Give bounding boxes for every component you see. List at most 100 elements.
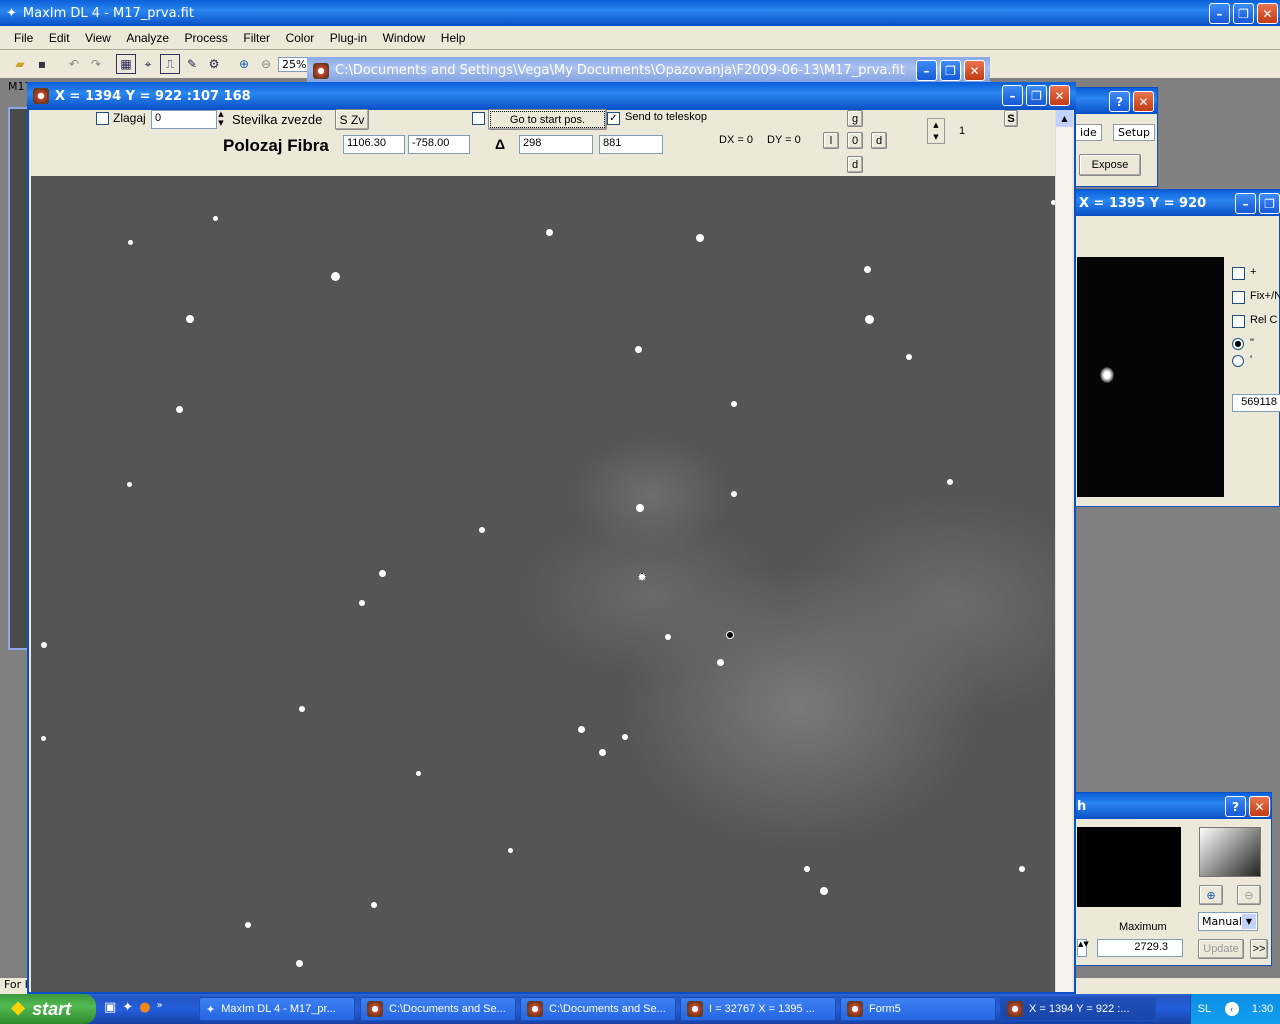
pencil-icon[interactable]: ✎ [182,54,202,74]
maximize-button[interactable]: ❐ [1233,3,1254,24]
camera-tab-setup[interactable]: Setup [1113,124,1156,141]
form-maximize-button[interactable]: ❐ [1026,85,1047,106]
zoom-in-icon[interactable]: ⊕ [234,54,254,74]
star [731,491,737,497]
menu-color[interactable]: Color [280,28,321,48]
task-maxim-label: MaxIm DL 4 - M17_pr... [221,1003,336,1015]
chevron-right-icon[interactable]: » [157,1000,163,1015]
stretch-zoom-out-button[interactable]: ⊖ [1237,885,1261,905]
language-indicator[interactable]: SL [1198,1003,1211,1015]
open-icon[interactable]: ▰ [10,54,30,74]
form-close-button[interactable]: ✕ [1049,85,1070,106]
redo-icon[interactable]: ↷ [86,54,106,74]
option-rel-checkbox[interactable] [1232,315,1245,328]
radio-arcmin[interactable] [1232,355,1244,367]
image-icon[interactable]: ▦ [116,54,136,74]
start-button[interactable]: ❖ start [0,994,96,1024]
crosshair-icon[interactable]: ⌖ [138,54,158,74]
stretch-zoom-in-button[interactable]: ⊕ [1199,885,1223,905]
info-maximize-button[interactable]: ❐ [1259,193,1280,214]
menu-view[interactable]: View [79,28,117,48]
save-icon[interactable]: ▪ [32,54,52,74]
line-icon[interactable]: ⎍ [160,54,180,74]
maxim-quick-icon[interactable]: ✦ [122,1000,133,1015]
form-title-bar: X = 1394 Y = 922 :107 168 – ❐ ✕ [27,82,1076,110]
g-button[interactable]: g [847,110,863,127]
info-minimize-button[interactable]: – [1235,193,1256,214]
maximum-field[interactable]: 2729.3 [1097,939,1183,957]
doc-maximize-button[interactable]: ❐ [940,60,961,81]
menu-analyze[interactable]: Analyze [120,28,175,48]
close-button[interactable]: ✕ [1257,3,1278,24]
send-telescope-checkbox[interactable]: ✓ [607,112,620,125]
delta-y-field[interactable]: 881 [599,135,663,154]
task-form5[interactable]: Form5 [840,997,996,1021]
l-button[interactable]: l [823,132,839,149]
menu-edit[interactable]: Edit [43,28,76,48]
stretch-left-spinner[interactable]: ▲▼ [1077,939,1089,957]
zero-button[interactable]: 0 [847,132,863,149]
d-button-right[interactable]: d [871,132,887,149]
star [508,848,513,853]
d-button-down[interactable]: d [847,156,863,173]
menu-window[interactable]: Window [377,28,432,48]
tray-arrow-icon[interactable]: ‹ [1224,1002,1239,1016]
firefox-icon[interactable]: ● [139,1000,150,1015]
doc-minimize-button[interactable]: – [916,60,937,81]
info-value-field[interactable]: 569118 [1232,394,1280,412]
task-coords[interactable]: X = 1394 Y = 922 :... [1000,997,1156,1021]
pos-x-field[interactable]: 1106.30 [343,135,405,154]
stretch-help-button[interactable]: ? [1225,796,1246,817]
goto-start-button[interactable]: Go to start pos. [488,109,607,130]
counter-value: 1 [959,125,966,137]
szv-button[interactable]: S Zv [335,109,369,130]
menu-filter[interactable]: Filter [237,28,276,48]
option-plus-checkbox[interactable] [1232,267,1245,280]
dx-label: DX = 0 [719,134,753,146]
expose-button[interactable]: Expose [1079,154,1141,176]
task-info[interactable]: I = 32767 X = 1395 ... [680,997,836,1021]
maxim-task-icon [527,1001,543,1017]
zlagaj-spinner[interactable]: ▲ ▼ [215,110,227,129]
scroll-up-icon[interactable]: ▲ [1056,110,1073,127]
form-minimize-button[interactable]: – [1002,85,1023,106]
undo-icon[interactable]: ↶ [64,54,84,74]
s-button[interactable]: S [1004,110,1018,127]
goto-checkbox[interactable] [472,112,485,125]
task-doc2-label: C:\Documents and Se... [549,1003,666,1015]
menu-file[interactable]: File [8,28,39,48]
menu-plugin[interactable]: Plug-in [324,28,373,48]
stretch-close-button[interactable]: ✕ [1249,796,1270,817]
desktop-icon[interactable]: ▣ [104,1000,116,1015]
maxim-task-icon: ✦ [206,1003,216,1016]
option-fix-checkbox[interactable] [1232,291,1245,304]
task-doc-1[interactable]: C:\Documents and Se... [360,997,516,1021]
camera-tab-guide[interactable]: ide [1075,124,1102,141]
form-scrollbar[interactable]: ▲ [1055,110,1073,992]
zlagaj-input[interactable]: 0 [151,110,217,129]
task-maxim[interactable]: ✦ MaxIm DL 4 - M17_pr... [199,997,355,1021]
doc-close-button[interactable]: ✕ [964,60,985,81]
minimize-button[interactable]: – [1209,3,1230,24]
zoom-out-icon[interactable]: ⊖ [256,54,276,74]
star [41,736,46,741]
zoom-level[interactable]: 25% [278,56,311,72]
camera-help-button[interactable]: ? [1109,91,1130,112]
pos-y-field[interactable]: -758.00 [408,135,470,154]
more-button[interactable]: >> [1250,939,1268,959]
info-title: X = 1395 Y = 920 [1079,195,1207,211]
radio-arcsec[interactable]: ● [1232,338,1244,350]
update-button[interactable]: Update [1198,939,1244,959]
delta-symbol: Δ [495,136,506,152]
settings-icon[interactable]: ⚙ [204,54,224,74]
menu-help[interactable]: Help [435,28,472,48]
star [717,659,724,666]
star-field-image[interactable] [31,176,1055,992]
task-doc-2[interactable]: C:\Documents and Se... [520,997,676,1021]
delta-x-field[interactable]: 298 [519,135,593,154]
menu-process[interactable]: Process [179,28,234,48]
counter-spinner[interactable]: ▲ ▼ [927,118,945,144]
stretch-mode-select[interactable]: Manual ▼ [1198,912,1258,931]
zlagaj-checkbox[interactable] [96,112,109,125]
camera-close-button[interactable]: ✕ [1133,91,1154,112]
